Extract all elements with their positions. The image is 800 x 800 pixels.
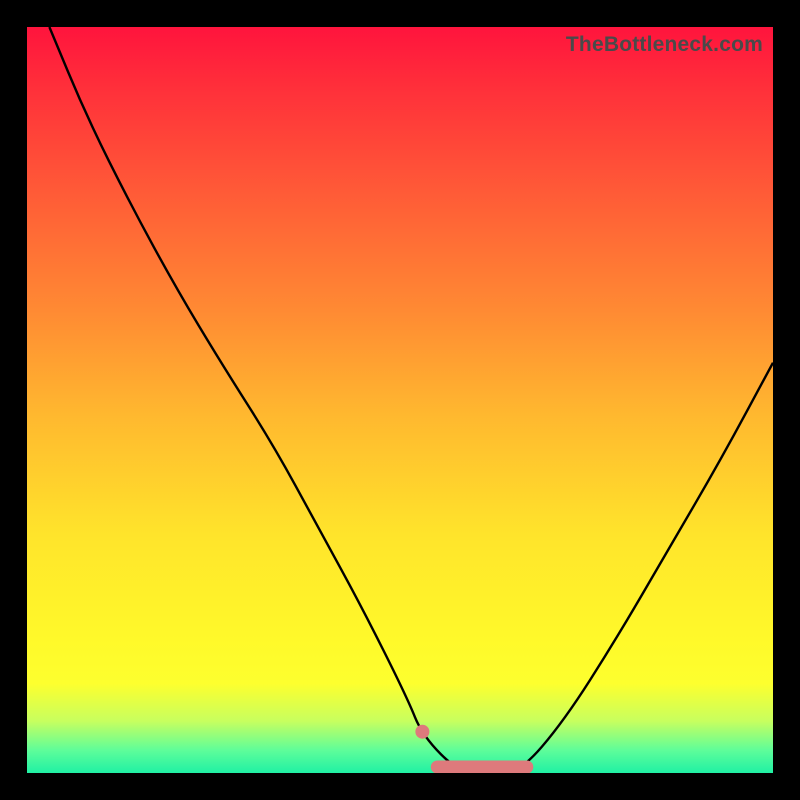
- chart-plot-area: TheBottleneck.com: [27, 27, 773, 773]
- bottleneck-curve: [49, 27, 773, 773]
- marker-dot: [415, 725, 429, 739]
- bottleneck-curve-svg: [27, 27, 773, 773]
- attribution-watermark: TheBottleneck.com: [566, 33, 763, 57]
